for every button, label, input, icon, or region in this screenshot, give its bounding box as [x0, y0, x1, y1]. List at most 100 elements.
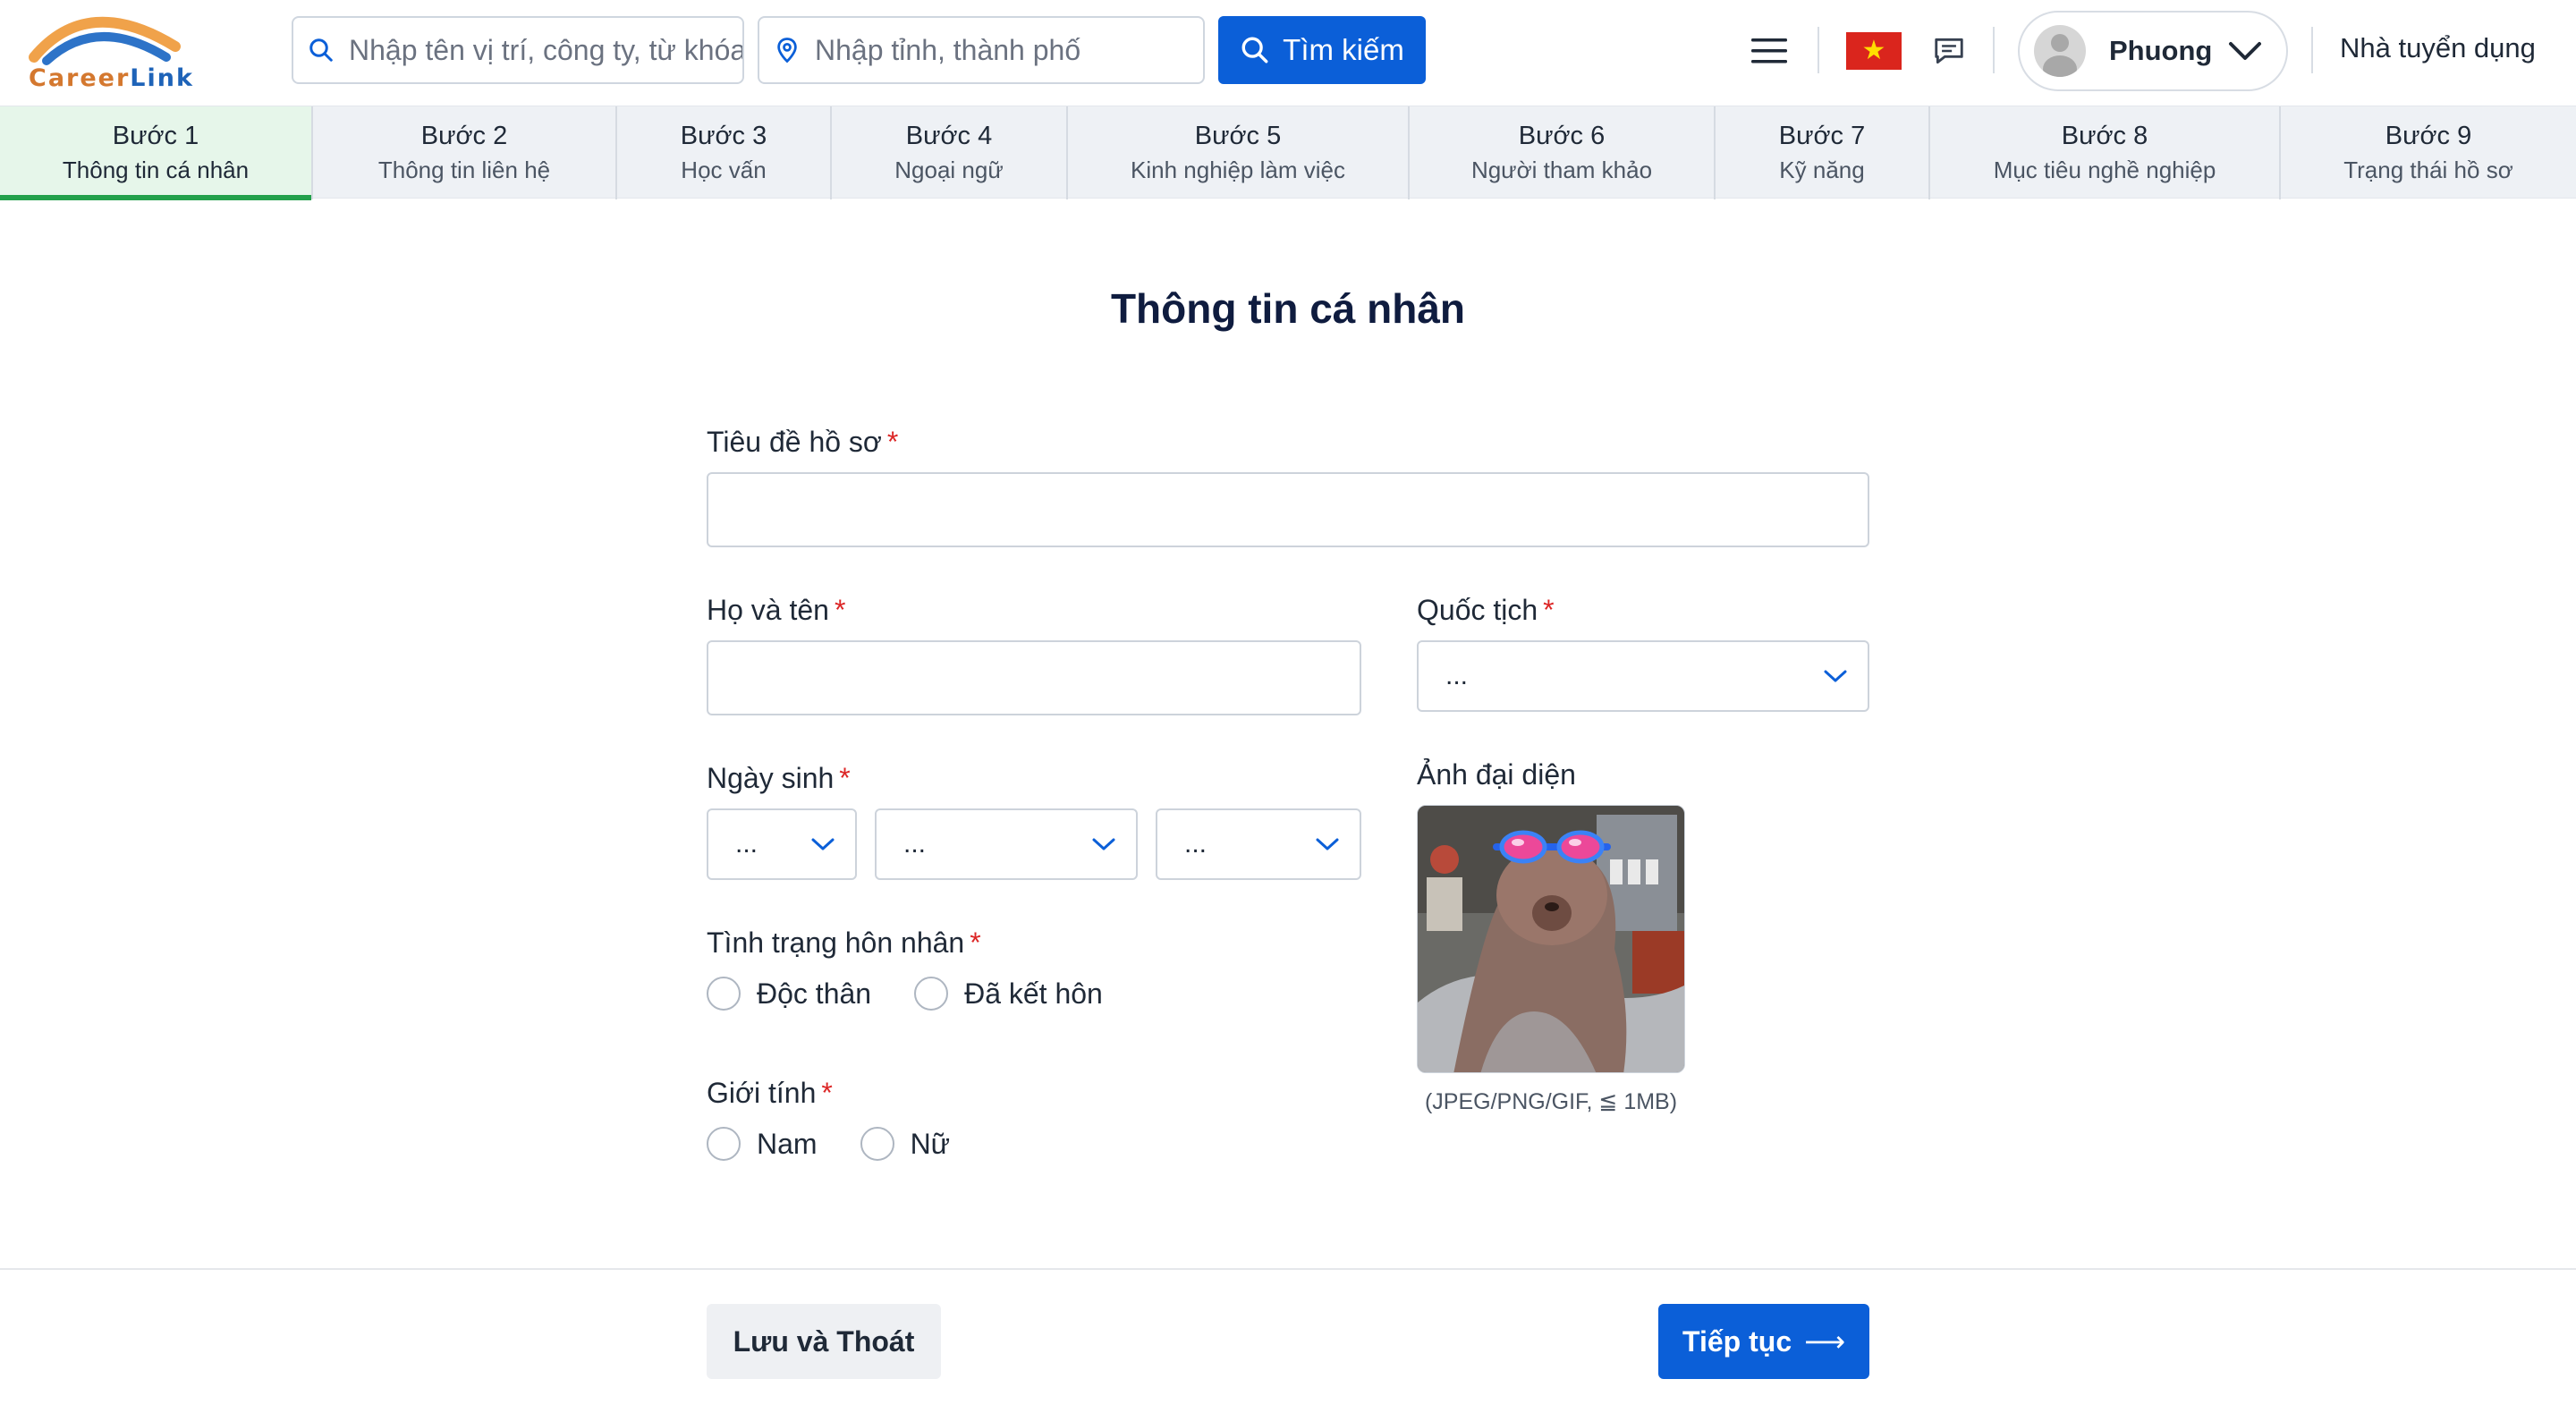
- step-tab-9[interactable]: Bước 9 Trạng thái hồ sơ: [2281, 106, 2576, 199]
- chevron-down-icon: [1824, 670, 1847, 682]
- radio-male[interactable]: [707, 1127, 741, 1161]
- continue-button[interactable]: Tiếp tục ⟶: [1658, 1304, 1869, 1379]
- step-tab-1[interactable]: Bước 1 Thông tin cá nhân: [0, 106, 313, 200]
- marital-status-label: Tình trạng hôn nhân *: [707, 926, 981, 960]
- step-tab-6[interactable]: Bước 6 Người tham khảo: [1410, 106, 1716, 199]
- step-number: Bước 3: [680, 122, 767, 150]
- radio-female-label[interactable]: Nữ: [911, 1128, 951, 1161]
- birth-day-value: ...: [735, 829, 758, 859]
- required-mark: *: [821, 1077, 833, 1109]
- top-header: CareerLink Tìm kiếm: [0, 0, 2576, 106]
- profile-photo[interactable]: [1417, 805, 1685, 1073]
- profile-title-label-text: Tiêu đề hồ sơ: [707, 426, 882, 458]
- user-avatar-icon: [2034, 25, 2086, 77]
- photo-hint: (JPEG/PNG/GIF, ≦ 1MB): [1424, 1089, 1678, 1114]
- location-search-field[interactable]: [758, 16, 1205, 84]
- arrow-right-icon: ⟶: [1804, 1325, 1845, 1358]
- marital-status-label-text: Tình trạng hôn nhân: [707, 926, 965, 959]
- save-and-exit-button[interactable]: Lưu và Thoát: [707, 1304, 941, 1379]
- step-number: Bước 7: [1778, 122, 1866, 150]
- profile-photo-image: [1418, 806, 1684, 1072]
- step-number: Bước 9: [2385, 122, 2472, 150]
- radio-married-label[interactable]: Đã kết hôn: [964, 977, 1103, 1011]
- gender-radio-group: Nam Nữ: [707, 1127, 993, 1161]
- wizard-steps: Bước 1 Thông tin cá nhân Bước 2 Thông ti…: [0, 106, 2576, 200]
- logo-text: CareerLink: [29, 64, 194, 92]
- step-label: Thông tin liên hệ: [377, 157, 551, 183]
- app-root: CareerLink Tìm kiếm: [0, 0, 2576, 1413]
- user-menu-button[interactable]: Phuong: [2018, 11, 2288, 91]
- profile-title-label: Tiêu đề hồ sơ *: [707, 426, 898, 459]
- birth-year-select[interactable]: ...: [1156, 808, 1361, 880]
- save-and-exit-label: Lưu và Thoát: [733, 1324, 915, 1358]
- step-tab-4[interactable]: Bước 4 Ngoại ngữ: [832, 106, 1068, 199]
- birth-month-value: ...: [903, 829, 927, 859]
- chevron-down-icon: [811, 838, 835, 850]
- birth-month-select[interactable]: ...: [875, 808, 1138, 880]
- birthdate-label: Ngày sinh *: [707, 762, 851, 795]
- search-icon: [309, 38, 333, 62]
- step-number: Bước 5: [1194, 122, 1282, 150]
- full-name-label: Họ và tên *: [707, 594, 845, 627]
- employer-link[interactable]: Nhà tuyển dụng: [2340, 32, 2536, 64]
- header-divider: [1818, 27, 1819, 73]
- profile-title-input[interactable]: [707, 472, 1869, 547]
- location-pin-icon: [777, 38, 797, 63]
- required-mark: *: [970, 926, 981, 959]
- required-mark: *: [1543, 594, 1555, 626]
- step-label: Kỹ năng: [1779, 157, 1865, 183]
- step-tab-3[interactable]: Bước 3 Học vấn: [617, 106, 832, 199]
- full-name-label-text: Họ và tên: [707, 594, 829, 626]
- required-mark: *: [886, 426, 899, 458]
- photo-label: Ảnh đại diện: [1417, 758, 1576, 791]
- required-mark: *: [834, 594, 846, 626]
- search-button-label: Tìm kiếm: [1283, 33, 1404, 66]
- nationality-select[interactable]: ...: [1417, 640, 1869, 712]
- search-button[interactable]: Tìm kiếm: [1218, 16, 1426, 84]
- radio-female[interactable]: [860, 1127, 894, 1161]
- marital-status-radio-group: Độc thân Đã kết hôn: [707, 977, 1146, 1011]
- step-label: Thông tin cá nhân: [62, 157, 250, 183]
- step-tab-5[interactable]: Bước 5 Kinh nghiệp làm việc: [1068, 106, 1410, 199]
- nationality-select-value: ...: [1445, 661, 1469, 690]
- full-name-input[interactable]: [707, 640, 1361, 715]
- search-button-icon: [1241, 37, 1268, 63]
- vietnam-flag-icon[interactable]: ★: [1846, 32, 1902, 70]
- step-number: Bước 6: [1518, 122, 1606, 150]
- header-divider: [1993, 27, 1995, 73]
- keyword-search-field[interactable]: [292, 16, 744, 84]
- gender-label: Giới tính *: [707, 1077, 833, 1110]
- step-tab-2[interactable]: Bước 2 Thông tin liên hệ: [313, 106, 617, 199]
- step-tab-8[interactable]: Bước 8 Mục tiêu nghề nghiệp: [1930, 106, 2281, 199]
- step-label: Người tham khảo: [1470, 157, 1653, 183]
- location-search-input[interactable]: [815, 33, 1203, 67]
- menu-icon[interactable]: [1750, 36, 1789, 66]
- step-number: Bước 8: [2061, 122, 2148, 150]
- user-name: Phuong: [2109, 35, 2213, 66]
- step-number: Bước 4: [905, 122, 993, 150]
- step-number: Bước 2: [420, 122, 508, 150]
- chevron-down-icon: [1092, 838, 1115, 850]
- careerlink-logo[interactable]: CareerLink: [25, 11, 192, 92]
- birth-year-value: ...: [1184, 829, 1208, 859]
- radio-married[interactable]: [914, 977, 949, 1011]
- radio-single-label[interactable]: Độc thân: [757, 977, 871, 1011]
- step-label: Học vấn: [681, 157, 767, 183]
- birthdate-label-text: Ngày sinh: [707, 762, 835, 794]
- footer-divider: [0, 1268, 2576, 1270]
- page-title: Thông tin cá nhân: [1110, 285, 1466, 332]
- logo-arc-icon: [29, 16, 181, 65]
- step-label: Ngoại ngữ: [894, 157, 1004, 183]
- nationality-label: Quốc tịch *: [1417, 594, 1555, 627]
- step-tab-7[interactable]: Bước 7 Kỹ năng: [1716, 106, 1930, 199]
- keyword-search-input[interactable]: [349, 33, 742, 67]
- radio-single[interactable]: [707, 977, 741, 1011]
- chevron-down-icon: [1316, 838, 1339, 850]
- birth-day-select[interactable]: ...: [707, 808, 857, 880]
- radio-male-label[interactable]: Nam: [757, 1128, 818, 1161]
- continue-label: Tiếp tục: [1682, 1324, 1792, 1358]
- step-label: Trạng thái hồ sơ: [2343, 157, 2513, 183]
- flag-star: ★: [1861, 36, 1886, 65]
- step-label: Mục tiêu nghề nghiệp: [1993, 157, 2216, 183]
- chat-icon[interactable]: [1932, 34, 1966, 68]
